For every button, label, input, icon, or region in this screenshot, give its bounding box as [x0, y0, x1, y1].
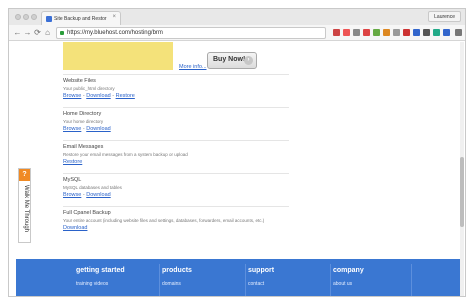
section-description: Your home directory [63, 119, 104, 124]
extension-icon-2[interactable] [343, 29, 350, 36]
restore-link[interactable]: Restore [63, 159, 82, 165]
buy-now-button[interactable]: Buy Now! › [207, 52, 257, 69]
section-links: Browse - Download - Restore [63, 93, 135, 99]
footer-link[interactable]: domains [162, 281, 192, 287]
extension-icon-6[interactable] [383, 29, 390, 36]
tab-title: Site Backup and Restor [54, 16, 107, 22]
site-footer: getting started training videos products… [16, 259, 460, 296]
home-button[interactable]: ⌂ [43, 28, 52, 38]
question-icon: ? [19, 169, 30, 181]
section-links: Download [63, 225, 289, 231]
page-content: More info... Buy Now! › Website Files Yo… [9, 42, 465, 296]
section-title: Email Messages [63, 144, 104, 150]
extension-icon-9[interactable] [413, 29, 420, 36]
address-bar[interactable]: https://my.bluehost.com/hosting/brm [56, 27, 326, 39]
section-description: Your entire account (including website f… [63, 218, 265, 223]
section-mysql: MySQL MySQL databases and tables Browse … [63, 173, 289, 198]
forward-button[interactable]: → [23, 28, 32, 38]
address-url: https://my.bluehost.com/hosting/brm [67, 30, 163, 36]
extension-icon-10[interactable] [423, 29, 430, 36]
window-close-dot[interactable] [15, 14, 21, 20]
scrollbar[interactable] [460, 42, 464, 296]
extension-icon-7[interactable] [393, 29, 400, 36]
browse-link[interactable]: Browse [63, 126, 81, 132]
section-full-cpanel-backup: Full Cpanel Backup Your entire account (… [63, 206, 289, 231]
tab-bar: Site Backup and Restor × Laurence [9, 9, 465, 25]
section-description: MySQL databases and tables [63, 185, 122, 190]
footer-divider [330, 264, 331, 296]
browse-link[interactable]: Browse [63, 93, 81, 99]
footer-link[interactable]: about us [333, 281, 364, 287]
extension-icon-4[interactable] [363, 29, 370, 36]
section-title: Website Files [63, 78, 96, 84]
section-links: Browse - Download [63, 126, 111, 132]
lock-icon [60, 31, 64, 35]
section-title: Home Directory [63, 111, 102, 117]
section-links: Browse - Download [63, 192, 111, 198]
download-link[interactable]: Download [63, 225, 87, 231]
window-minimize-dot[interactable] [23, 14, 29, 20]
section-title: Full Cpanel Backup [63, 210, 111, 216]
footer-column-support: support contact [248, 267, 274, 287]
browser-window: Site Backup and Restor × Laurence ← → ⟳ … [8, 8, 466, 297]
browser-toolbar: ← → ⟳ ⌂ https://my.bluehost.com/hosting/… [9, 25, 465, 41]
footer-link[interactable]: training videos [76, 281, 125, 287]
close-icon[interactable]: × [112, 14, 116, 20]
download-link[interactable]: Download [86, 192, 110, 198]
download-link[interactable]: Download [86, 93, 110, 99]
footer-divider [245, 264, 246, 296]
footer-heading: company [333, 267, 364, 274]
walk-me-through-label: Walk Me Through [23, 185, 29, 233]
extension-icon-12[interactable] [443, 29, 450, 36]
restore-link[interactable]: Restore [116, 93, 135, 99]
section-links: Restore [63, 159, 289, 165]
reload-button[interactable]: ⟳ [33, 28, 42, 38]
section-title: MySQL [63, 177, 82, 183]
footer-column-company: company about us [333, 267, 364, 287]
footer-column-getting-started: getting started training videos [76, 267, 125, 287]
footer-heading: products [162, 267, 192, 274]
section-description: Restore your email messages from a syste… [63, 152, 188, 157]
profile-button[interactable]: Laurence [428, 11, 461, 22]
section-home-directory: Home Directory Your home directory Brows… [63, 107, 289, 132]
footer-divider [411, 264, 412, 296]
extension-icon-5[interactable] [373, 29, 380, 36]
browse-link[interactable]: Browse [63, 192, 81, 198]
footer-link[interactable]: contact [248, 281, 274, 287]
favicon-icon [46, 16, 52, 22]
footer-heading: support [248, 267, 275, 274]
section-website-files: Website Files Your public_html directory… [63, 74, 289, 99]
download-link[interactable]: Download [86, 126, 110, 132]
more-info-link[interactable]: More info... [179, 64, 207, 70]
promo-banner [63, 42, 173, 70]
footer-column-products: products domains [162, 267, 192, 287]
extension-icon-1[interactable] [333, 29, 340, 36]
menu-icon[interactable] [455, 29, 462, 36]
footer-heading: getting started [76, 267, 125, 274]
extension-icon-11[interactable] [433, 29, 440, 36]
back-button[interactable]: ← [13, 28, 22, 38]
section-description: Your public_html directory [63, 86, 115, 91]
buy-now-label: Buy Now! [213, 56, 246, 63]
scrollbar-thumb[interactable] [460, 157, 464, 227]
walk-me-through-tab[interactable]: ? Walk Me Through [18, 168, 31, 243]
window-zoom-dot[interactable] [31, 14, 37, 20]
section-email-messages: Email Messages Restore your email messag… [63, 140, 289, 165]
arrow-right-icon: › [244, 56, 253, 65]
footer-divider [159, 264, 160, 296]
extension-icon-8[interactable] [403, 29, 410, 36]
extension-icon-3[interactable] [353, 29, 360, 36]
browser-tab[interactable]: Site Backup and Restor × [41, 11, 121, 25]
